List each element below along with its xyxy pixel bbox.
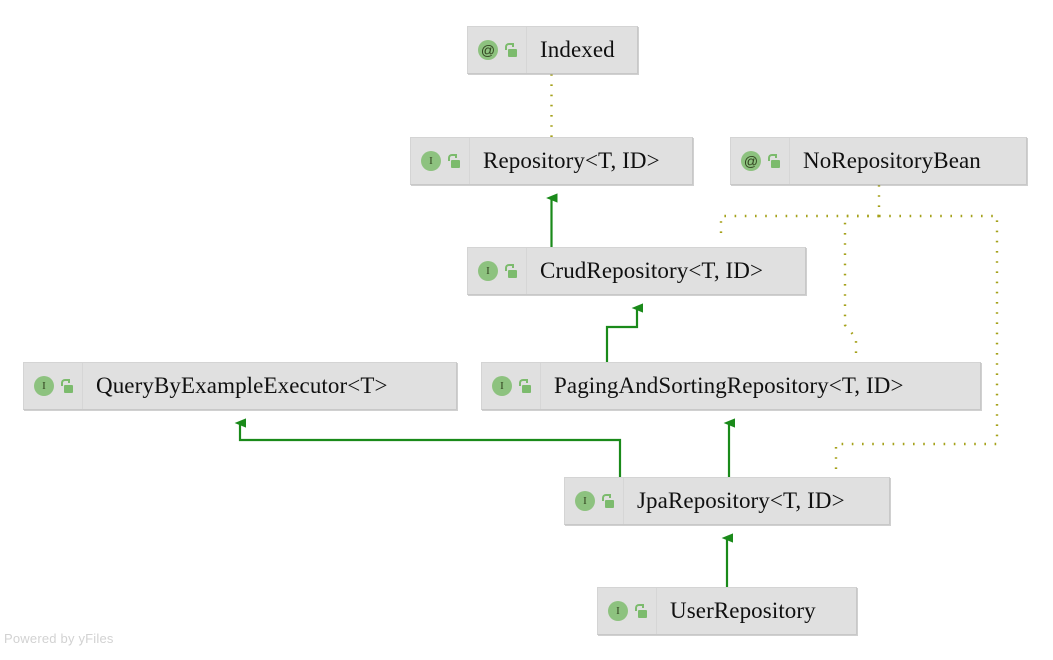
node-label: PagingAndSortingRepository<T, ID> bbox=[554, 373, 904, 398]
unlocked-padlock-icon bbox=[601, 494, 614, 508]
unlocked-padlock-icon bbox=[518, 379, 531, 393]
unlocked-padlock-icon bbox=[447, 154, 460, 168]
node-label: CrudRepository<T, ID> bbox=[540, 258, 764, 283]
node-icon-group: @ bbox=[468, 27, 527, 73]
interface-icon: I bbox=[421, 151, 441, 171]
node-label: NoRepositoryBean bbox=[803, 148, 981, 173]
unlocked-padlock-icon bbox=[634, 604, 647, 618]
node-icon-group: I bbox=[482, 363, 541, 409]
node-icon-group: I bbox=[411, 138, 470, 184]
node-norepositorybean[interactable]: @ NoRepositoryBean bbox=[730, 137, 1027, 185]
edge-layer bbox=[234, 74, 999, 587]
node-icon-group: @ bbox=[731, 138, 790, 184]
interface-icon: I bbox=[478, 261, 498, 281]
node-pagingandsortingrepository[interactable]: I PagingAndSortingRepository<T, ID> bbox=[481, 362, 981, 410]
edge-norepositorybean-jpa bbox=[834, 214, 999, 470]
edge-paging-crud bbox=[605, 303, 643, 362]
edge-jpa-querybyexampleexecutor bbox=[234, 418, 622, 477]
node-label: QueryByExampleExecutor<T> bbox=[96, 373, 388, 398]
unlocked-padlock-icon bbox=[60, 379, 73, 393]
node-label: UserRepository bbox=[670, 598, 816, 623]
node-icon-group: I bbox=[24, 363, 83, 409]
node-label: Indexed bbox=[540, 37, 615, 62]
annotation-icon: @ bbox=[741, 151, 761, 171]
node-label: JpaRepository<T, ID> bbox=[637, 488, 845, 513]
node-icon-group: I bbox=[565, 478, 624, 524]
class-diagram-canvas[interactable]: @ Indexed I Repository<T, ID> @ NoReposi… bbox=[0, 0, 1053, 660]
node-icon-group: I bbox=[598, 588, 657, 634]
node-repository[interactable]: I Repository<T, ID> bbox=[410, 137, 693, 185]
unlocked-padlock-icon bbox=[767, 154, 780, 168]
unlocked-padlock-icon bbox=[504, 264, 517, 278]
node-crudrepository[interactable]: I CrudRepository<T, ID> bbox=[467, 247, 806, 295]
interface-icon: I bbox=[575, 491, 595, 511]
edge-norepositorybean-crud bbox=[719, 214, 879, 240]
unlocked-padlock-icon bbox=[504, 43, 517, 57]
node-indexed[interactable]: @ Indexed bbox=[467, 26, 638, 74]
yfiles-watermark: Powered by yFiles bbox=[4, 631, 114, 646]
interface-icon: I bbox=[608, 601, 628, 621]
annotation-icon: @ bbox=[478, 40, 498, 60]
interface-icon: I bbox=[34, 376, 54, 396]
node-querybyexampleexecutor[interactable]: I QueryByExampleExecutor<T> bbox=[23, 362, 457, 410]
node-label: Repository<T, ID> bbox=[483, 148, 660, 173]
node-icon-group: I bbox=[468, 248, 527, 294]
node-userrepository[interactable]: I UserRepository bbox=[597, 587, 857, 635]
interface-icon: I bbox=[492, 376, 512, 396]
edge-norepositorybean-paging bbox=[843, 214, 879, 355]
node-jparepository[interactable]: I JpaRepository<T, ID> bbox=[564, 477, 890, 525]
